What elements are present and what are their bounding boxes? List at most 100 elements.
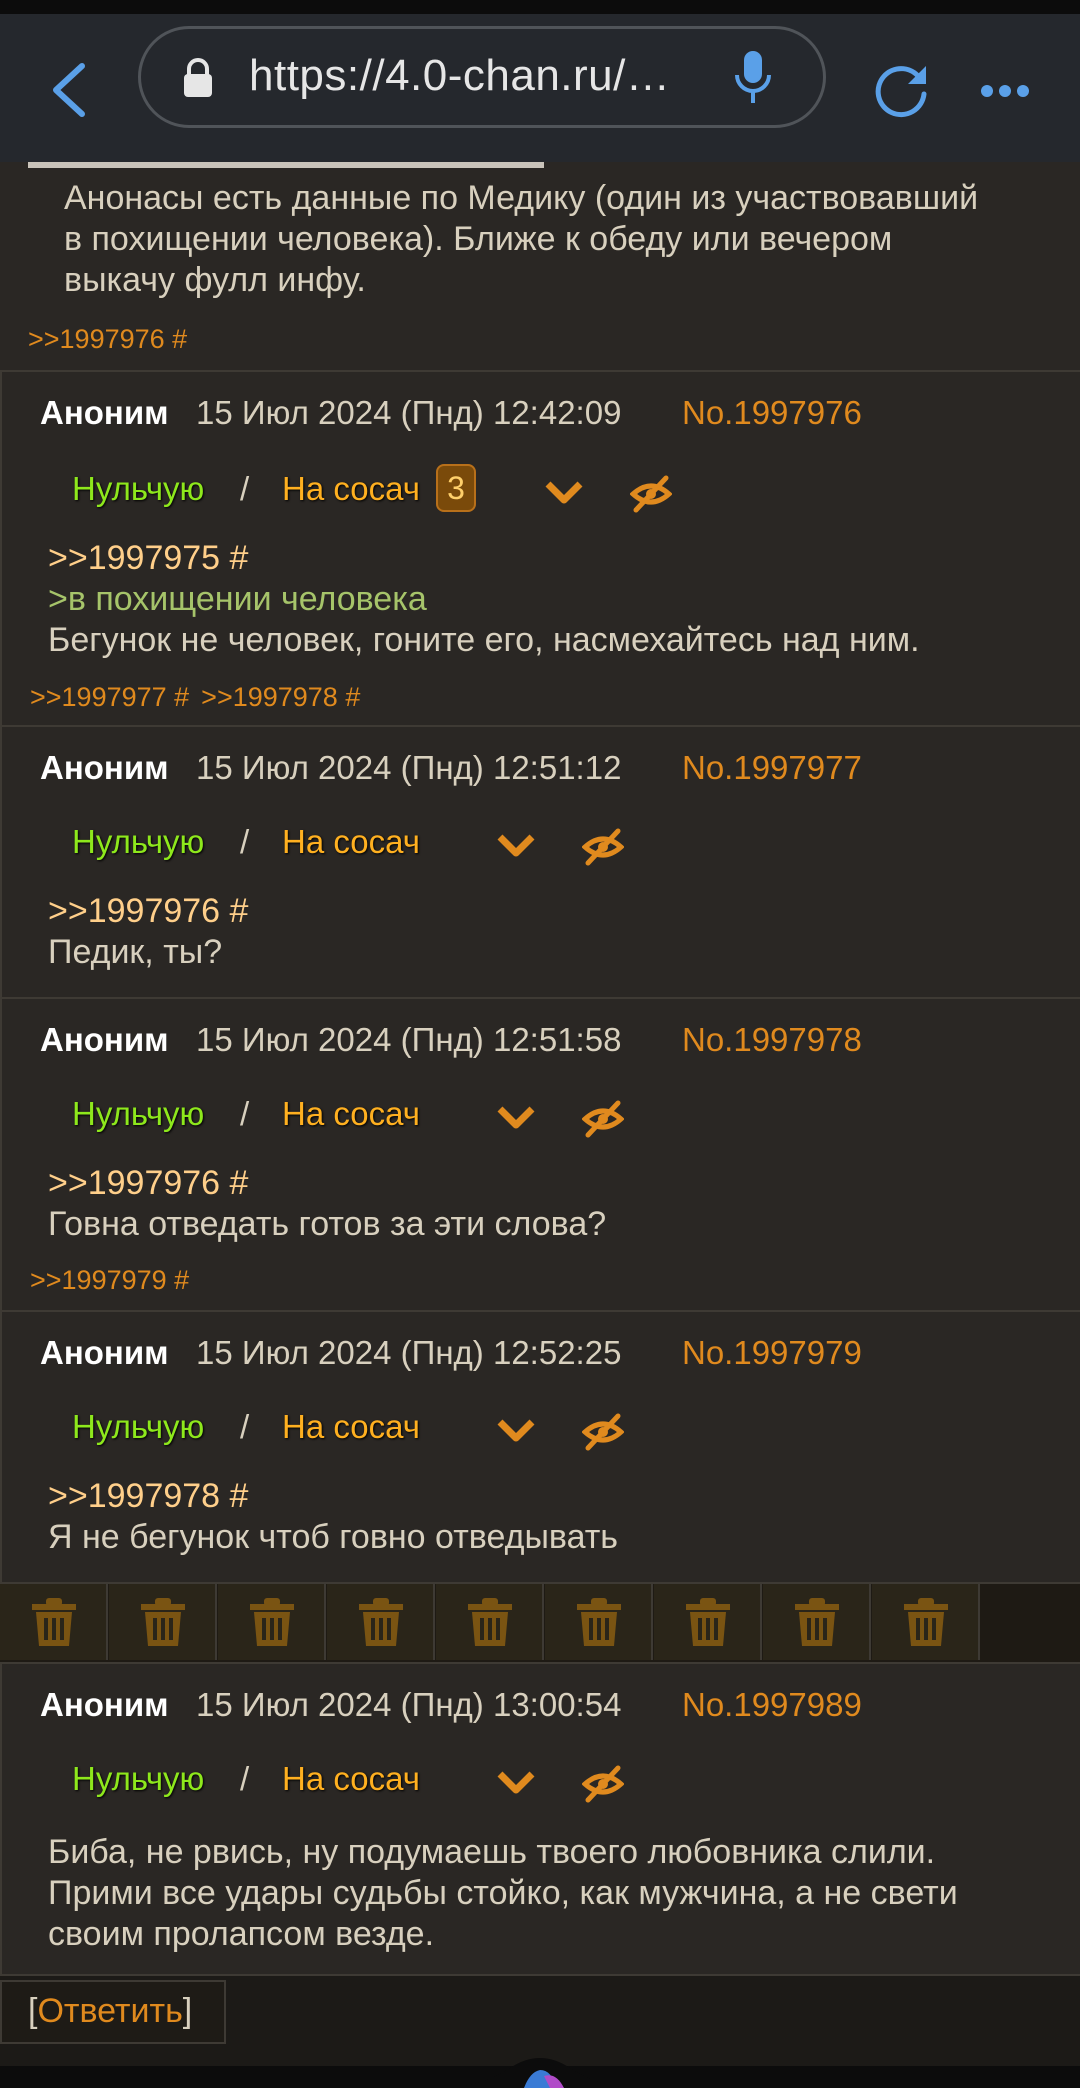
post-actions: Нульчую / На сосач bbox=[72, 813, 772, 873]
post-actions: Нульчую / На сосач bbox=[72, 1398, 772, 1458]
hidden-post-button[interactable] bbox=[436, 1584, 544, 1660]
post: Аноним 15 Июл 2024 (Пнд) 12:51:58 No.199… bbox=[0, 999, 1080, 1312]
post-number[interactable]: No.1997978 bbox=[682, 1021, 862, 1059]
post-header: Аноним 15 Июл 2024 (Пнд) 12:42:09 No.199… bbox=[2, 372, 1080, 452]
chevron-down-icon[interactable] bbox=[496, 831, 536, 861]
thread: Анонасы есть данные по Медику (один из у… bbox=[0, 162, 1080, 2046]
post: Аноним 15 Июл 2024 (Пнд) 13:00:54 No.199… bbox=[0, 1664, 1080, 1976]
hidden-post-button[interactable] bbox=[327, 1584, 435, 1660]
microphone-icon[interactable] bbox=[733, 49, 773, 107]
backlink[interactable]: >>1997978 # bbox=[201, 682, 360, 712]
trash-icon bbox=[359, 1598, 403, 1646]
trash-icon bbox=[577, 1598, 621, 1646]
copilot-icon[interactable] bbox=[440, 2042, 640, 2088]
post-text: Бегунок не человек, гоните его, насмехай… bbox=[48, 621, 920, 659]
hide-eye-icon[interactable] bbox=[582, 1099, 624, 1139]
post-number[interactable]: No.1997989 bbox=[682, 1686, 862, 1724]
na-sosach-link[interactable]: На сосач bbox=[282, 1408, 420, 1446]
post: Аноним 15 Июл 2024 (Пнд) 12:52:25 No.199… bbox=[0, 1312, 1080, 1584]
url-text[interactable]: https://4.0-chan.ru/… bbox=[249, 51, 689, 101]
poster-name: Аноним bbox=[40, 1334, 169, 1371]
post-image[interactable] bbox=[28, 162, 544, 168]
separator: / bbox=[240, 823, 250, 860]
counter-badge: 3 bbox=[436, 464, 476, 512]
back-arrow-icon[interactable] bbox=[46, 60, 94, 120]
post-actions: Нульчую / На сосач bbox=[72, 1085, 772, 1145]
more-options-icon[interactable] bbox=[980, 84, 1030, 98]
nulchuyu-link[interactable]: Нульчую bbox=[72, 1760, 204, 1798]
trash-icon bbox=[686, 1598, 730, 1646]
hidden-post-button[interactable] bbox=[654, 1584, 762, 1660]
na-sosach-link[interactable]: На сосач bbox=[282, 1095, 420, 1133]
address-bar[interactable]: https://4.0-chan.ru/… bbox=[138, 26, 826, 128]
reply-link[interactable]: >>1997978 # bbox=[48, 1476, 618, 1517]
post-number[interactable]: No.1997976 bbox=[682, 394, 862, 432]
lock-icon bbox=[184, 58, 212, 97]
reply-link[interactable]: >>1997975 # bbox=[48, 538, 920, 579]
poster-name: Аноним bbox=[40, 1686, 169, 1723]
post-date: 15 Июл 2024 (Пнд) 12:51:58 bbox=[196, 1021, 622, 1058]
backlink[interactable]: >>1997977 # bbox=[30, 682, 189, 712]
chevron-down-icon[interactable] bbox=[496, 1103, 536, 1133]
nulchuyu-link[interactable]: Нульчую bbox=[72, 1095, 204, 1133]
post-body: >>1997978 # Я не бегунок чтоб говно отве… bbox=[48, 1476, 618, 1558]
hide-eye-icon[interactable] bbox=[582, 1764, 624, 1804]
hidden-post-button[interactable] bbox=[545, 1584, 653, 1660]
poster-name: Аноним bbox=[40, 1021, 169, 1058]
na-sosach-link[interactable]: На сосач bbox=[282, 470, 420, 508]
post-header: Аноним 15 Июл 2024 (Пнд) 12:51:12 No.199… bbox=[2, 727, 1080, 807]
na-sosach-link[interactable]: На сосач bbox=[282, 823, 420, 861]
post-text: Педик, ты? bbox=[48, 933, 223, 971]
chevron-down-icon[interactable] bbox=[496, 1416, 536, 1446]
trash-icon bbox=[795, 1598, 839, 1646]
separator: / bbox=[240, 470, 250, 507]
post-header: Аноним 15 Июл 2024 (Пнд) 12:51:58 No.199… bbox=[2, 999, 1080, 1079]
hide-eye-icon[interactable] bbox=[582, 827, 624, 867]
post-header: Аноним 15 Июл 2024 (Пнд) 12:52:25 No.199… bbox=[2, 1312, 1080, 1392]
na-sosach-link[interactable]: На сосач bbox=[282, 1760, 420, 1798]
nulchuyu-link[interactable]: Нульчую bbox=[72, 1408, 204, 1446]
hide-eye-icon[interactable] bbox=[630, 474, 672, 514]
reply-link[interactable]: >>1997976 # bbox=[48, 1163, 606, 1204]
post-text: Я не бегунок чтоб говно отведывать bbox=[48, 1518, 619, 1556]
chevron-down-icon[interactable] bbox=[496, 1768, 536, 1798]
post-partial: Анонасы есть данные по Медику (один из у… bbox=[0, 162, 1080, 372]
separator: / bbox=[240, 1760, 250, 1797]
chevron-down-icon[interactable] bbox=[544, 478, 584, 508]
hidden-post-button[interactable] bbox=[763, 1584, 871, 1660]
hidden-post-button[interactable] bbox=[872, 1584, 980, 1660]
reload-icon[interactable] bbox=[872, 62, 930, 120]
backlink[interactable]: >>1997976 # bbox=[28, 324, 187, 354]
post-text: Биба, не рвись, ну подумаешь твоего любо… bbox=[48, 1833, 958, 1953]
poster-name: Аноним bbox=[40, 394, 169, 431]
post-body: Биба, не рвись, ну подумаешь твоего любо… bbox=[48, 1832, 958, 1955]
reply-button[interactable]: [Ответить] bbox=[0, 1980, 226, 2044]
post-body: >>1997975 # >в похищении человека Бегуно… bbox=[48, 538, 920, 661]
hidden-post-button[interactable] bbox=[218, 1584, 326, 1660]
separator: / bbox=[240, 1095, 250, 1132]
quote-text: >в похищении человека bbox=[48, 580, 427, 618]
hidden-post-button[interactable] bbox=[0, 1584, 108, 1660]
hide-eye-icon[interactable] bbox=[582, 1412, 624, 1452]
post-date: 15 Июл 2024 (Пнд) 12:52:25 bbox=[196, 1334, 622, 1371]
post-date: 15 Июл 2024 (Пнд) 12:42:09 bbox=[196, 394, 622, 431]
backlinks: >>1997979 # bbox=[2, 1265, 201, 1296]
hidden-post-button[interactable] bbox=[109, 1584, 217, 1660]
post: Аноним 15 Июл 2024 (Пнд) 12:42:09 No.199… bbox=[0, 372, 1080, 727]
post-number[interactable]: No.1997977 bbox=[682, 749, 862, 787]
nulchuyu-link[interactable]: Нульчую bbox=[72, 470, 204, 508]
post: Аноним 15 Июл 2024 (Пнд) 12:51:12 No.199… bbox=[0, 727, 1080, 999]
post-header: Аноним 15 Июл 2024 (Пнд) 13:00:54 No.199… bbox=[2, 1664, 1080, 1744]
post-body: >>1997976 # Педик, ты? bbox=[48, 891, 248, 973]
backlink[interactable]: >>1997979 # bbox=[30, 1265, 189, 1295]
reply-link[interactable]: >>1997976 # bbox=[48, 891, 248, 932]
backlinks: >>1997977 # >>1997978 # bbox=[2, 682, 372, 713]
trash-icon bbox=[250, 1598, 294, 1646]
separator: / bbox=[240, 1408, 250, 1445]
nulchuyu-link[interactable]: Нульчую bbox=[72, 823, 204, 861]
reply-area: [Ответить] bbox=[0, 1976, 1080, 2046]
post-number[interactable]: No.1997979 bbox=[682, 1334, 862, 1372]
trash-icon bbox=[468, 1598, 512, 1646]
post-text: Говна отведать готов за эти слова? bbox=[48, 1205, 607, 1243]
backlinks: >>1997976 # bbox=[0, 324, 199, 355]
